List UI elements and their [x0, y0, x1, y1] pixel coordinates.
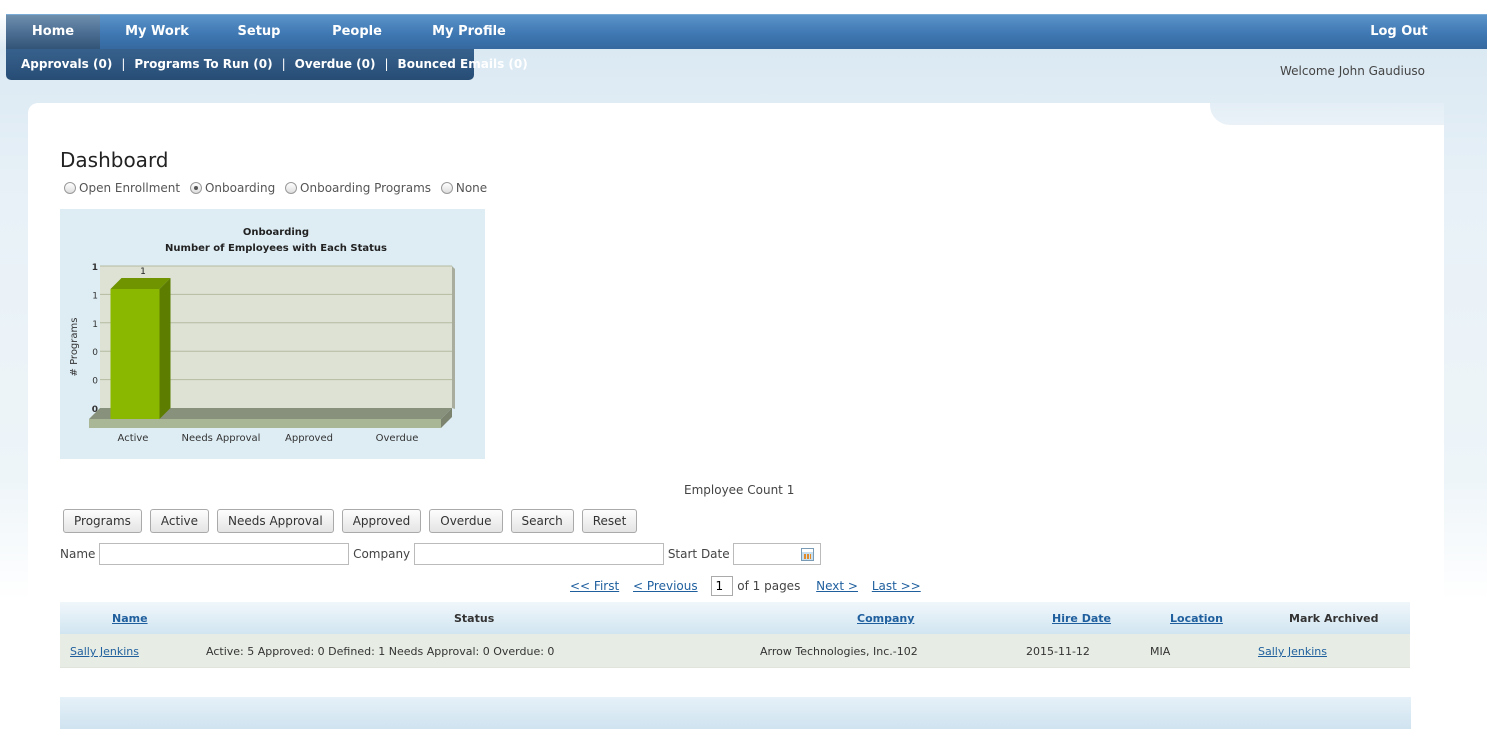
x-tick-label: Needs Approval [182, 433, 261, 444]
radio-button[interactable] [285, 182, 297, 194]
page-number-input[interactable] [711, 576, 733, 596]
column-header-name[interactable]: Name [112, 612, 148, 625]
radio-button-selected[interactable] [190, 182, 202, 194]
footer-bar [60, 697, 1411, 729]
data-label: 1 [140, 267, 146, 277]
radio-button[interactable] [64, 182, 76, 194]
column-header-location[interactable]: Location [1170, 612, 1223, 625]
table-row: Sally Jenkins Active: 5 Approved: 0 Defi… [60, 634, 1410, 668]
chart-bar [111, 289, 160, 419]
welcome-text: Welcome John Gaudiuso [1280, 64, 1425, 78]
y-tick-label: 0 [92, 377, 98, 387]
last-page-link[interactable]: Last >> [872, 579, 921, 593]
tab-home[interactable]: Home [6, 15, 100, 49]
chart-floor-front [89, 419, 441, 428]
radio-label: Open Enrollment [79, 181, 180, 195]
approved-button[interactable]: Approved [342, 509, 422, 533]
programs-button[interactable]: Programs [63, 509, 142, 533]
radio-none[interactable]: None [441, 181, 487, 195]
page-title: Dashboard [60, 148, 169, 172]
onboarding-chart: Onboarding Number of Employees with Each… [60, 209, 485, 459]
x-tick-label: Overdue [376, 433, 419, 444]
page-count: of 1 pages [737, 579, 800, 593]
chart-svg: Onboarding Number of Employees with Each… [60, 209, 485, 459]
active-button[interactable]: Active [150, 509, 209, 533]
x-tick-label: Approved [285, 433, 333, 444]
name-input[interactable] [99, 543, 349, 565]
radio-button[interactable] [441, 182, 453, 194]
separator: | [121, 57, 125, 71]
chart-side-wall [452, 266, 455, 409]
overdue-button[interactable]: Overdue [429, 509, 502, 533]
radio-label: None [456, 181, 487, 195]
calendar-icon[interactable] [801, 548, 814, 561]
column-header-company[interactable]: Company [857, 612, 914, 625]
chart-bar-side [160, 278, 171, 419]
y-tick-label: 1 [92, 291, 98, 301]
mark-archived-link[interactable]: Sally Jenkins [1258, 645, 1327, 658]
column-header-mark-archived: Mark Archived [1289, 612, 1379, 625]
employee-hire-date: 2015-11-12 [1026, 645, 1090, 658]
y-tick-label: 0 [92, 348, 98, 358]
programs-to-run-link[interactable]: Programs To Run (0) [134, 57, 272, 71]
first-page-link[interactable]: << First [570, 579, 619, 593]
tab-my-profile[interactable]: My Profile [424, 15, 514, 49]
employee-company: Arrow Technologies, Inc.-102 [760, 645, 918, 658]
column-header-hire-date[interactable]: Hire Date [1052, 612, 1111, 625]
logout-link[interactable]: Log Out [1366, 15, 1432, 49]
filter-buttons: Programs Active Needs Approval Approved Over… [63, 509, 645, 533]
search-filters: Name Company Start Date [60, 543, 814, 565]
tab-people[interactable]: People [324, 15, 390, 49]
x-tick-label: Active [118, 433, 149, 444]
y-axis-label: # Programs [69, 318, 80, 377]
approvals-link[interactable]: Approvals (0) [21, 57, 112, 71]
tab-setup[interactable]: Setup [226, 15, 292, 49]
radio-label: Onboarding Programs [300, 181, 431, 195]
company-label: Company [353, 547, 410, 561]
employee-name-link[interactable]: Sally Jenkins [70, 645, 139, 658]
tab-my-work[interactable]: My Work [114, 15, 200, 49]
table-header: Name Status Company Hire Date Location M… [60, 602, 1410, 634]
y-tick-label: 1 [92, 263, 98, 273]
employee-count: Employee Count 1 [684, 483, 794, 497]
previous-page-link[interactable]: < Previous [633, 579, 698, 593]
name-label: Name [60, 547, 95, 561]
chart-title: Onboarding [243, 227, 309, 238]
search-button[interactable]: Search [511, 509, 574, 533]
needs-approval-button[interactable]: Needs Approval [217, 509, 334, 533]
view-options: Open Enrollment Onboarding Onboarding Pr… [64, 181, 493, 195]
separator: | [385, 57, 389, 71]
start-date-label: Start Date [668, 547, 730, 561]
radio-open-enrollment[interactable]: Open Enrollment [64, 181, 180, 195]
chart-subtitle: Number of Employees with Each Status [165, 243, 387, 254]
employee-location: MIA [1150, 645, 1170, 658]
top-nav: Home My Work Setup People My Profile Log… [6, 14, 1487, 49]
separator: | [282, 57, 286, 71]
overdue-link[interactable]: Overdue (0) [295, 57, 376, 71]
pager: << First < Previous of 1 pages Next > La… [570, 576, 931, 596]
bounced-emails-link[interactable]: Bounced Emails (0) [398, 57, 528, 71]
sub-nav: Approvals (0) | Programs To Run (0) | Overdu… [6, 49, 474, 80]
chart-plot: 0001111ActiveNeeds ApprovalApprovedOverd… [89, 263, 455, 444]
y-tick-label: 1 [92, 320, 98, 330]
reset-button[interactable]: Reset [582, 509, 638, 533]
employee-table: Name Status Company Hire Date Location M… [60, 602, 1410, 668]
panel-notch [1210, 103, 1444, 125]
next-page-link[interactable]: Next > [816, 579, 858, 593]
radio-label: Onboarding [205, 181, 275, 195]
radio-onboarding[interactable]: Onboarding [190, 181, 275, 195]
employee-status: Active: 5 Approved: 0 Defined: 1 Needs A… [206, 645, 554, 658]
column-header-status: Status [454, 612, 494, 625]
radio-onboarding-programs[interactable]: Onboarding Programs [285, 181, 431, 195]
company-input[interactable] [414, 543, 664, 565]
